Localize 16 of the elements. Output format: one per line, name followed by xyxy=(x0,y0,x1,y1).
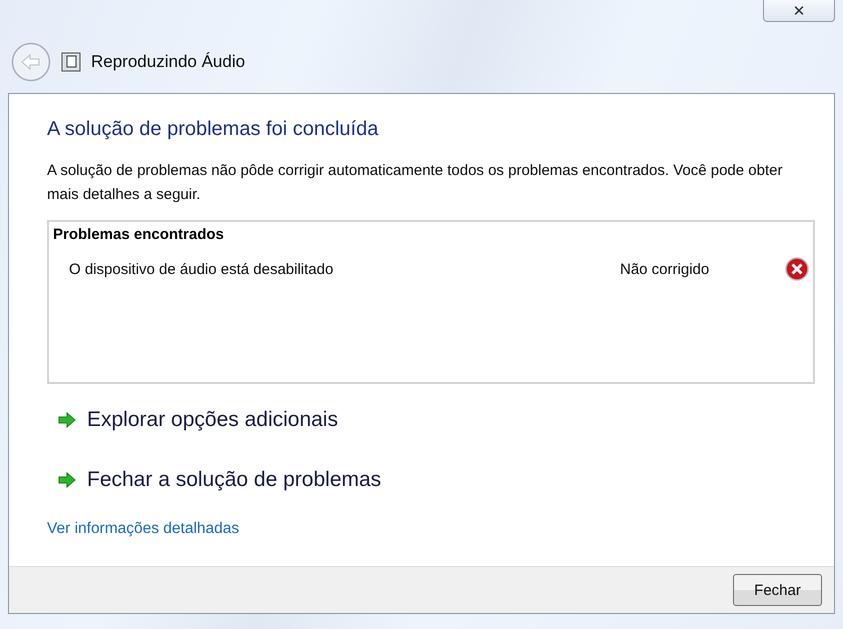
document-icon xyxy=(61,52,81,72)
heading: A solução de problemas foi concluída xyxy=(47,118,380,141)
problem-status: Não corrigido xyxy=(620,260,710,278)
description: A solução de problemas não pôde corrigir automaticamente todos os problemas encontrados. Você pode obter mais detalhes a seguir. xyxy=(47,161,784,205)
close-button[interactable]: ✕ xyxy=(763,0,835,22)
error-icon xyxy=(785,257,809,281)
window-title: Reproduzindo Áudio xyxy=(91,52,246,72)
arrow-icon xyxy=(57,412,77,428)
problem-name: O dispositivo de áudio está desabilitado xyxy=(69,260,334,278)
back-button[interactable] xyxy=(11,42,51,82)
close-dialog-button[interactable]: Fechar xyxy=(733,574,822,606)
panel-title: Problemas encontrados xyxy=(53,226,225,243)
details-link[interactable]: Ver informações detalhadas xyxy=(47,520,240,538)
option-link[interactable]: Fechar a solução de problemas xyxy=(57,468,382,492)
arrow-icon xyxy=(57,472,77,488)
option-link[interactable]: Explorar opções adicionais xyxy=(57,408,338,432)
